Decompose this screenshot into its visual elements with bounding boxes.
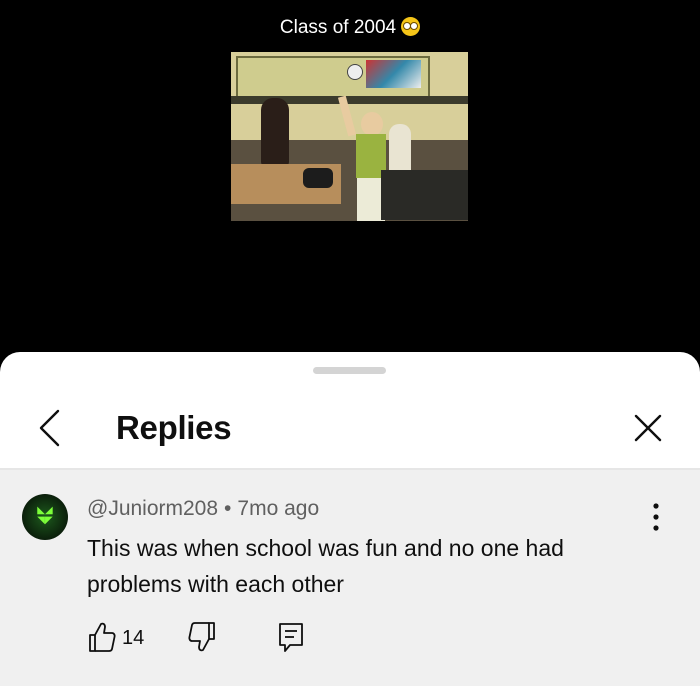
drag-handle[interactable] (313, 367, 386, 374)
comment-time: 7mo ago (237, 497, 320, 520)
video-frame (231, 52, 468, 221)
meta-separator: • (224, 497, 232, 520)
replies-panel: Replies ◣◢ ◥◤ @Juniorm208 • 7mo ago This wa… (0, 352, 700, 686)
more-vertical-icon[interactable] (646, 500, 666, 534)
comment-author[interactable]: @Juniorm208 (87, 497, 218, 520)
panel-title: Replies (116, 409, 232, 446)
reply-comment-icon[interactable] (277, 620, 305, 654)
avatar[interactable]: ◣◢ ◥◤ (22, 494, 68, 540)
video-player[interactable]: Class of 2004 (0, 0, 700, 360)
video-caption-text: Class of 2004 (279, 17, 397, 38)
comment-item: ◣◢ ◥◤ @Juniorm208 • 7mo ago This was when s… (0, 470, 700, 686)
thumbs-down-icon[interactable] (187, 620, 217, 654)
close-icon[interactable] (633, 413, 663, 443)
avatar-logo-icon: ◣◢ ◥◤ (37, 505, 53, 526)
chevron-left-icon[interactable] (36, 408, 64, 448)
video-caption: Class of 2004 (0, 16, 700, 40)
comment-text: This was when school was fun and no one … (87, 535, 564, 597)
comment-meta: @Juniorm208 • 7mo ago (87, 496, 319, 522)
pleading-face-emoji-icon (401, 17, 421, 36)
thumbs-up-icon[interactable] (87, 620, 117, 654)
like-count: 14 (122, 627, 145, 649)
